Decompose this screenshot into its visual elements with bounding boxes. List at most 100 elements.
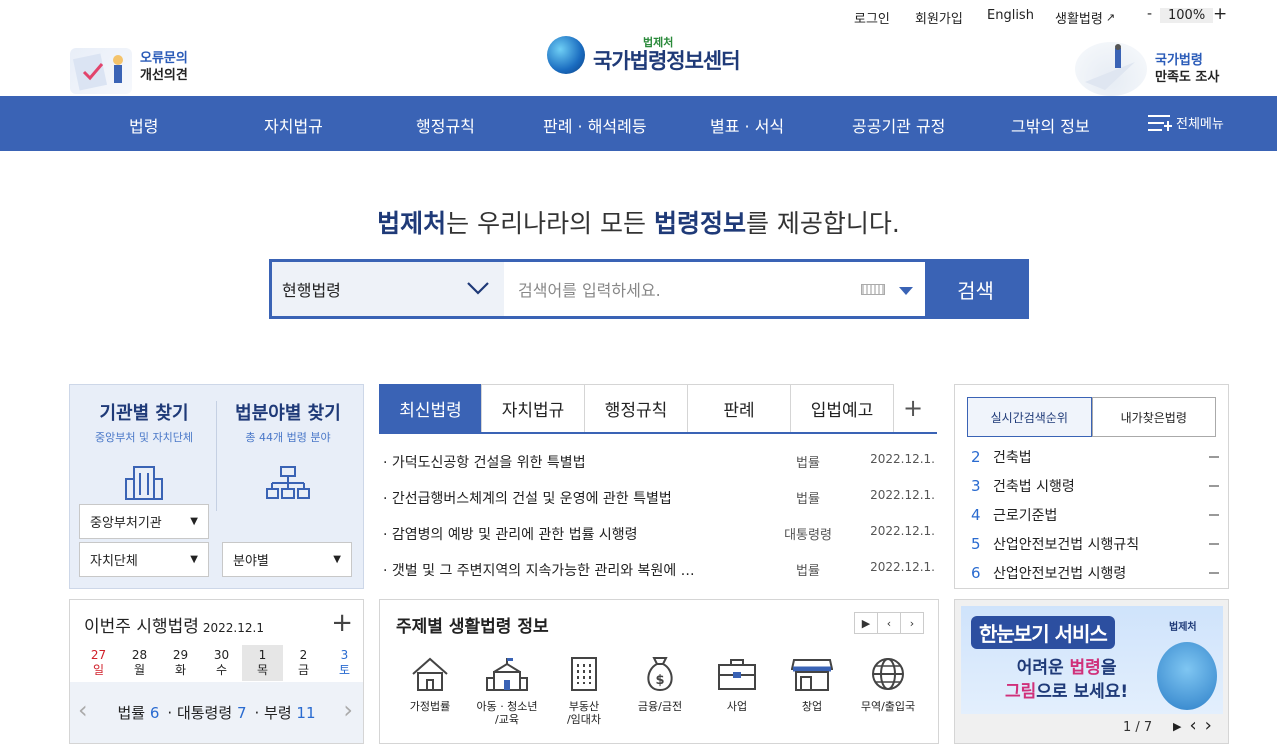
tab-precedent[interactable]: 판례 xyxy=(687,384,791,432)
tab-local-law[interactable]: 자치법규 xyxy=(481,384,585,432)
storefront-icon xyxy=(790,656,834,692)
calendar-day[interactable]: 29 화 xyxy=(160,645,201,681)
caret-down-icon: ▼ xyxy=(190,516,198,527)
login-link[interactable]: 로그인 xyxy=(854,8,890,27)
law-count-link[interactable]: 법률 6 xyxy=(117,702,159,723)
banner-logo: 법제처 xyxy=(1169,622,1197,633)
law-row[interactable]: · 감염병의 예방 및 관리에 관한 법률 시행령 대통령령 2022.12.1… xyxy=(383,524,935,544)
calendar-day[interactable]: 28 월 xyxy=(119,645,160,681)
weekly-summary: 법률 6 · 대통령령 7 · 부령 11 xyxy=(70,682,363,743)
weekly-prev-button[interactable]: ‹ xyxy=(78,696,88,724)
law-kind: 법률 xyxy=(796,456,820,471)
next-button[interactable]: › xyxy=(900,612,924,634)
local-gov-value: 자치단체 xyxy=(90,554,138,569)
field-finder-title[interactable]: 법분야별 찾기 xyxy=(218,399,358,425)
error-report-link[interactable]: 오류문의 개선의견 xyxy=(70,44,200,94)
error-report-label-1: 오류문의 xyxy=(140,51,188,66)
weekly-title: 이번주 시행법령 xyxy=(84,617,199,637)
nav-local-law[interactable]: 자치법규 xyxy=(264,113,323,137)
topic-finance[interactable]: $ 금융/금전 xyxy=(628,656,692,713)
law-row[interactable]: · 가덕도신공항 건설을 위한 특별법 법률 2022.12.1. xyxy=(383,452,935,472)
prev-button[interactable]: ‹ xyxy=(877,612,901,634)
topic-startup[interactable]: 창업 xyxy=(780,656,844,713)
nav-precedent[interactable]: 판례 · 해석례등 xyxy=(543,113,647,137)
nav-admin-rule[interactable]: 행정규칙 xyxy=(416,113,475,137)
tab-latest-law[interactable]: 최신법령 xyxy=(379,384,482,432)
central-org-select[interactable]: 중앙부처기관 ▼ xyxy=(79,504,209,539)
calendar-day[interactable]: 2금 xyxy=(283,645,324,681)
rank-title: 건축법 시행령 xyxy=(993,479,1075,495)
law-row[interactable]: · 간선급행버스체계의 건설 및 운영에 관한 특별법 법률 2022.12.1… xyxy=(383,488,935,508)
external-link-icon: ↗ xyxy=(1105,11,1116,24)
ministry-count-link[interactable]: · 부령 11 xyxy=(255,702,316,723)
tab-my-searches[interactable]: 내가찾은법령 xyxy=(1091,397,1216,437)
no-change-icon xyxy=(1209,485,1219,487)
globe-icon xyxy=(867,656,909,692)
rank-item[interactable]: 5 산업안전보건법 시행규칙 xyxy=(971,534,1219,554)
rank-number: 3 xyxy=(971,477,981,495)
rank-title: 산업안전보건법 시행규칙 xyxy=(993,537,1140,553)
site-logo[interactable]: 법제처 국가법령정보센터 xyxy=(547,36,741,74)
rank-title: 산업안전보건법 시행령 xyxy=(993,566,1127,582)
topic-youth-education[interactable]: 아동 · 청소년/교육 xyxy=(475,656,539,726)
tab-legislation-notice[interactable]: 입법예고 xyxy=(790,384,894,432)
topic-life-law-box: 주제별 생활법령 정보 ▶ ‹ › 가정법률 아동 · 청소년/교육 부동산/임… xyxy=(379,599,939,744)
law-row[interactable]: · 갯벌 및 그 주변지역의 지속가능한 관리와 복원에 … 법률 2022.1… xyxy=(383,560,935,580)
weekly-next-button[interactable]: › xyxy=(343,696,353,724)
zoom-in-button[interactable]: + xyxy=(1213,4,1227,24)
calendar-day[interactable]: 30 수 xyxy=(201,645,242,681)
all-menu-button[interactable]: 전체메뉴 xyxy=(1148,113,1224,132)
life-law-link[interactable]: 생활법령 ↗ xyxy=(1055,8,1115,27)
topic-trade-immigration[interactable]: 무역/출입국 xyxy=(856,656,920,713)
play-button[interactable]: ▶ xyxy=(854,612,878,634)
nav-law[interactable]: 법령 xyxy=(129,113,158,137)
calendar-day[interactable]: 3토 xyxy=(324,645,365,681)
banner-play-button[interactable]: ▶ xyxy=(1173,718,1181,736)
rank-item[interactable]: 6 산업안전보건법 시행령 xyxy=(971,563,1219,583)
search-button[interactable]: 검색 xyxy=(925,262,1026,316)
banner-next-button[interactable]: › xyxy=(1205,717,1212,736)
law-title: · 갯벌 및 그 주변지역의 지속가능한 관리와 복원에 … xyxy=(383,563,695,579)
building-icon xyxy=(124,465,164,501)
nav-other-info[interactable]: 그밖의 정보 xyxy=(1011,113,1090,137)
field-select[interactable]: 분야별 ▼ xyxy=(222,542,352,577)
nav-public-rule[interactable]: 공공기관 규정 xyxy=(852,113,945,137)
english-link[interactable]: English xyxy=(987,8,1034,23)
rank-item[interactable]: 3 건축법 시행령 xyxy=(971,476,1219,496)
finder-divider xyxy=(216,401,217,511)
pres-count-link[interactable]: · 대통령령 7 xyxy=(167,702,246,723)
weekly-more-button[interactable]: + xyxy=(331,608,353,638)
mascot-icon xyxy=(1157,642,1217,710)
topic-business[interactable]: 사업 xyxy=(705,656,769,713)
rank-item[interactable]: 4 근로기준법 xyxy=(971,505,1219,525)
banner-prev-button[interactable]: ‹ xyxy=(1189,717,1196,736)
tab-admin-rule[interactable]: 행정규칙 xyxy=(584,384,688,432)
logo-emblem-icon xyxy=(547,36,585,74)
rank-item[interactable]: 2 건축법 xyxy=(971,447,1219,467)
topic-family-law[interactable]: 가정법률 xyxy=(398,656,462,713)
logo-title: 국가법령정보센터 xyxy=(593,49,741,73)
page-root: 로그인 회원가입 English 생활법령 ↗ - 100% + 오류문의 개선… xyxy=(0,0,1277,748)
search-scope-select[interactable]: 현행법령 xyxy=(272,262,504,316)
topic-real-estate[interactable]: 부동산/임대차 xyxy=(552,656,616,726)
tab-live-rank[interactable]: 실시간검색순위 xyxy=(967,397,1092,437)
org-finder-sub: 중앙부처 및 자치단체 xyxy=(94,431,194,444)
calendar-day[interactable]: 27 일 xyxy=(78,645,119,681)
banner-image[interactable]: 한눈보기 서비스 법제처 어려운 법령을 그림으로 보세요! xyxy=(961,606,1223,714)
join-link[interactable]: 회원가입 xyxy=(915,8,963,27)
nav-table-form[interactable]: 별표 · 서식 xyxy=(710,113,784,137)
life-law-label: 생활법령 xyxy=(1055,12,1103,27)
survey-link[interactable]: 국가법령 만족도 조사 xyxy=(1075,40,1235,96)
search-input[interactable]: 검색어를 입력하세요. xyxy=(504,262,925,316)
tabs-more-button[interactable]: + xyxy=(893,384,933,432)
paper-plane-icon xyxy=(1075,42,1147,96)
weekly-laws-box: 이번주 시행법령 2022.12.1 + 27 일 28 월 29 화 30 수 1목 2… xyxy=(69,599,364,744)
calendar-day-selected[interactable]: 1목 xyxy=(242,645,283,681)
zoom-out-button[interactable]: - xyxy=(1147,6,1152,22)
keyboard-icon[interactable] xyxy=(861,284,885,295)
local-gov-select[interactable]: 자치단체 ▼ xyxy=(79,542,209,577)
law-kind: 법률 xyxy=(796,564,820,579)
hero-bold-1: 법제처 xyxy=(377,209,447,238)
dropdown-triangle-icon[interactable] xyxy=(899,287,913,295)
org-finder-title[interactable]: 기관별 찾기 xyxy=(74,399,214,425)
